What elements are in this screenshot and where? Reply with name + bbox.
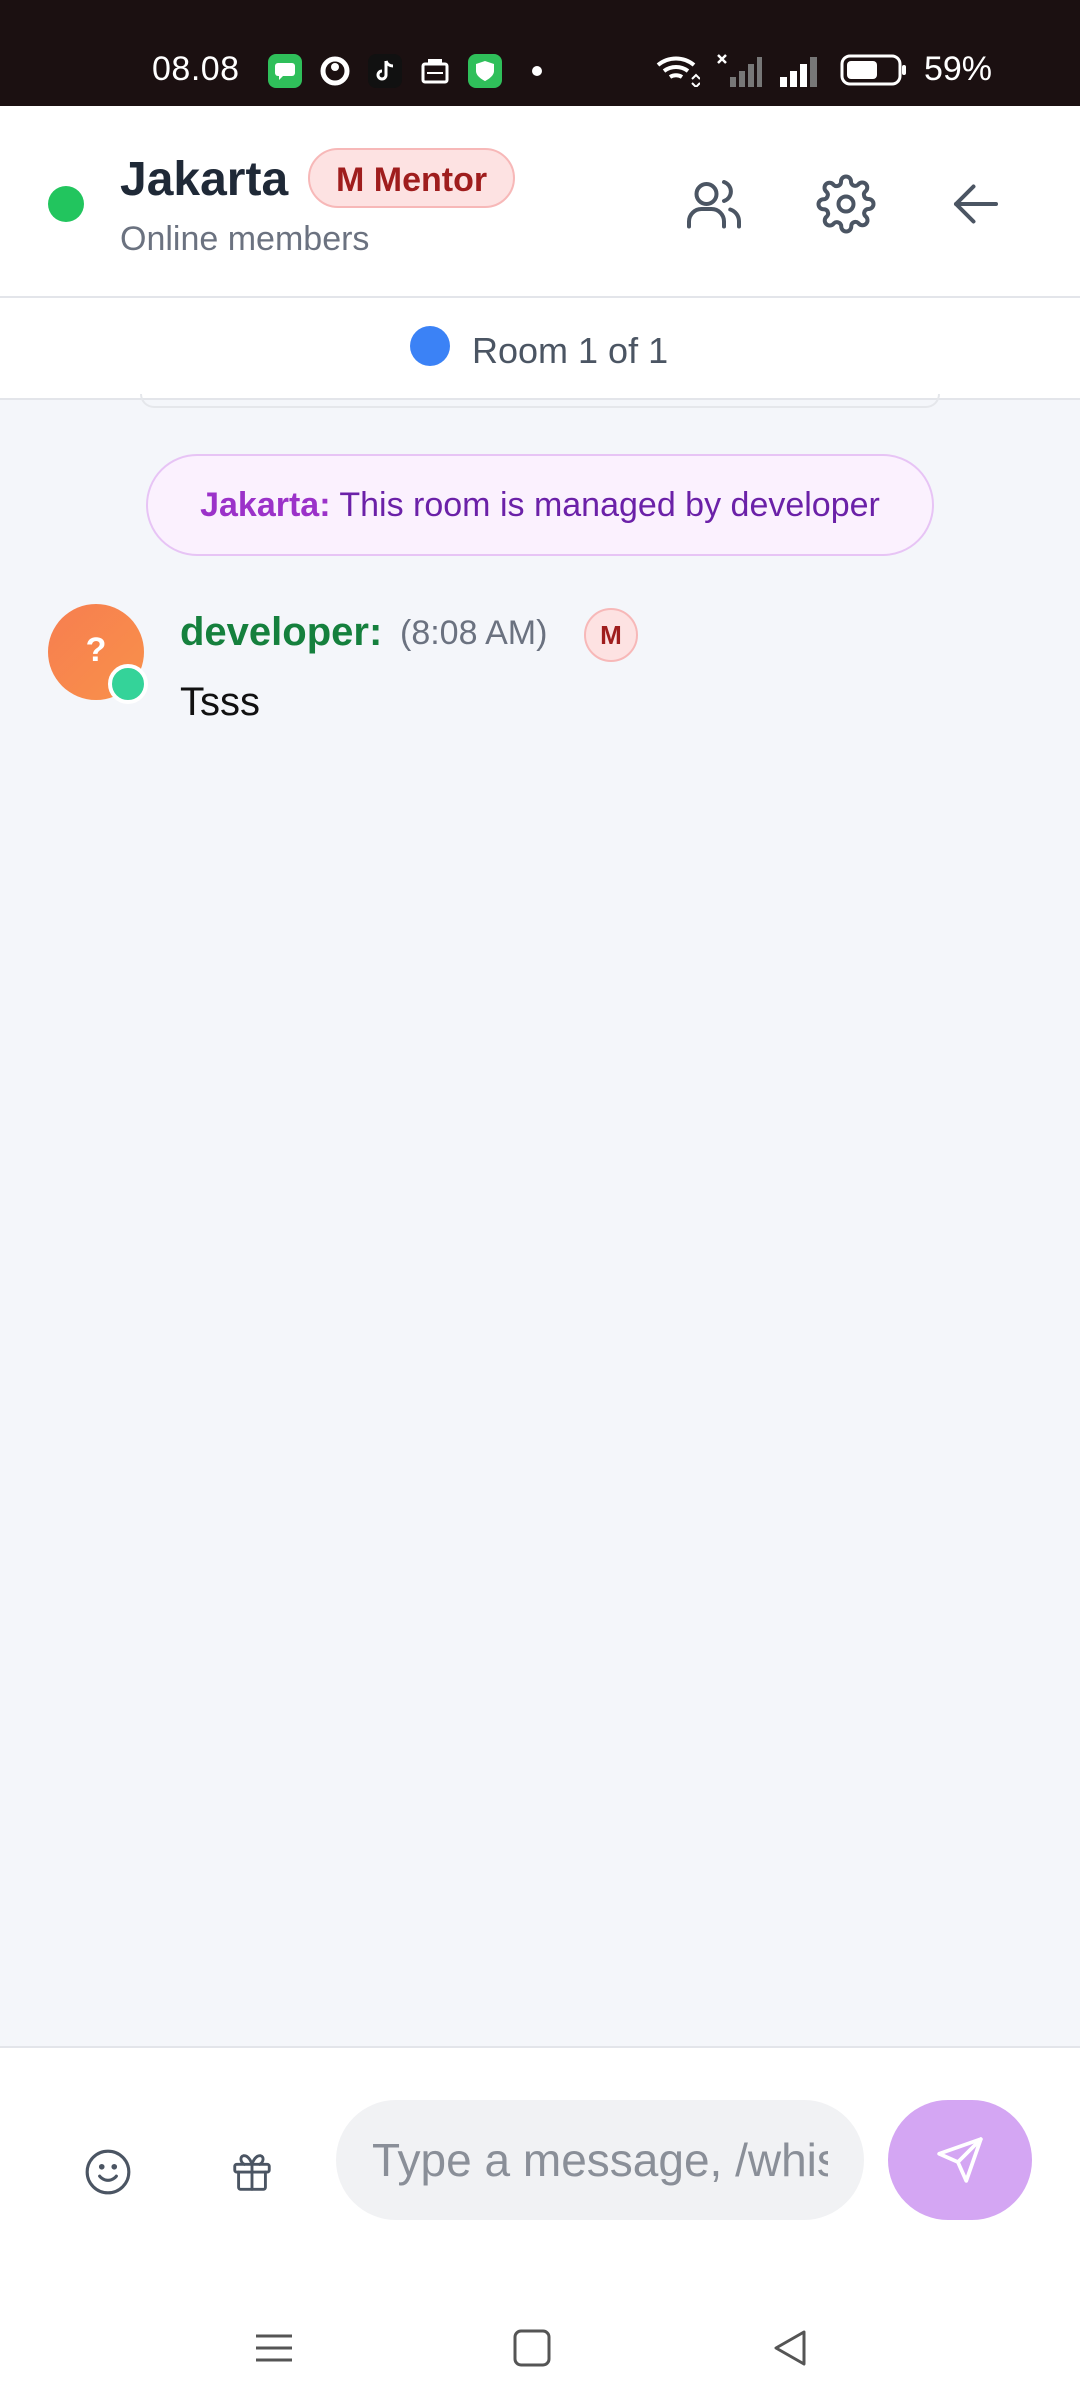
back-button[interactable] <box>940 168 1012 240</box>
signal-no-service-icon <box>717 53 762 87</box>
room-dot[interactable] <box>410 326 450 366</box>
message-composer <box>0 2046 1080 2296</box>
shield-icon <box>468 54 502 88</box>
wifi-icon <box>656 56 700 87</box>
triangle-back-icon <box>774 2330 806 2366</box>
signal-icon <box>779 56 817 87</box>
message-time: (8:08 AM) <box>400 614 548 652</box>
message-username[interactable]: developer: <box>180 610 382 655</box>
system-message-room: Jakarta: <box>200 486 331 524</box>
system-navigation-bar <box>0 2296 1080 2400</box>
avatar-online-indicator <box>108 664 148 704</box>
menu-icon <box>256 2334 292 2362</box>
notification-icons <box>268 54 542 88</box>
settings-button[interactable] <box>810 168 882 240</box>
online-status-dot <box>48 186 84 222</box>
online-members-link[interactable]: Online members <box>120 220 369 259</box>
messages-icon <box>268 54 302 88</box>
message-input[interactable] <box>336 2100 864 2220</box>
chat-header: Jakarta M Mentor Online members <box>0 106 1080 298</box>
message-role-badge: M <box>584 608 638 662</box>
battery-percent: 59% <box>923 50 992 88</box>
smiley-icon <box>85 2149 131 2195</box>
arrow-left-icon <box>954 184 998 224</box>
users-icon <box>687 180 742 229</box>
gear-icon <box>816 174 876 234</box>
nav-back-button[interactable] <box>760 2318 820 2378</box>
emoji-button[interactable] <box>70 2134 146 2210</box>
app-icon <box>418 54 452 88</box>
gift-icon <box>233 2154 271 2191</box>
members-button[interactable] <box>678 168 750 240</box>
role-badge: M Mentor <box>308 148 516 208</box>
status-time: 08.08 <box>152 50 240 88</box>
tiktok-icon <box>368 54 402 88</box>
system-message-text: This room is managed by developer <box>330 486 880 524</box>
home-button[interactable] <box>502 2318 562 2378</box>
recents-button[interactable] <box>244 2318 304 2378</box>
room-title: Jakarta <box>120 153 289 206</box>
send-icon <box>937 2137 983 2183</box>
more-notifications-dot <box>532 66 542 76</box>
room-indicator: Room 1 of 1 <box>0 298 1080 400</box>
status-bar: 08.08 59% <box>0 0 1080 106</box>
battery-icon <box>840 54 906 85</box>
system-indicators: 59% <box>656 50 992 89</box>
system-message: Jakarta: This room is managed by develop… <box>146 454 934 556</box>
send-button[interactable] <box>888 2100 1032 2220</box>
circle-app-icon <box>318 54 352 88</box>
gift-button[interactable] <box>214 2134 290 2210</box>
message-text: Tsss <box>180 680 260 724</box>
square-icon <box>513 2329 551 2367</box>
room-counter: Room 1 of 1 <box>472 330 669 371</box>
previous-message-edge <box>140 394 940 408</box>
